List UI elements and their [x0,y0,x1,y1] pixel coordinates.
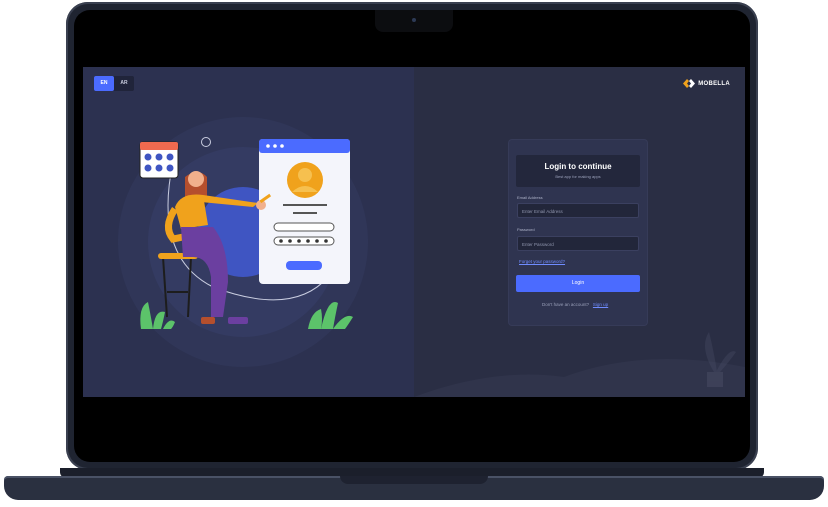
signup-row: Don't have an account? Sign up [542,302,608,307]
password-label: Password [517,227,535,232]
camera-icon [412,18,416,22]
forgot-password-link[interactable]: Forget your password? [519,259,565,264]
profile-card-graphic [259,139,350,284]
email-label: Email Address [517,195,543,200]
brand-name: MOBELLA [698,80,730,87]
illustration-panel: EN AR [83,67,414,397]
email-field[interactable]: Enter Email Address [517,203,639,218]
signup-link[interactable]: Sign up [593,302,608,307]
password-field[interactable]: Enter Password [517,236,639,251]
login-panel: MOBELLA Login to continue Best app for m… [414,67,745,397]
decor-hill [414,359,745,397]
signup-prompt: Don't have an account? [542,302,590,307]
login-title: Login to continue [544,162,612,171]
login-button[interactable]: Login [516,275,640,292]
laptop-thumb-notch [340,476,488,484]
login-header: Login to continue Best app for making ap… [516,155,640,187]
brand-logo: MOBELLA [683,79,730,88]
login-card: Login to continue Best app for making ap… [509,140,647,325]
login-subtitle: Best app for making apps [555,174,601,179]
brand-mark-icon [683,79,696,88]
app-screen: EN AR MOBELLA Login to continue Best app… [83,67,745,397]
calendar-icon [139,141,179,179]
login-illustration [118,117,368,367]
